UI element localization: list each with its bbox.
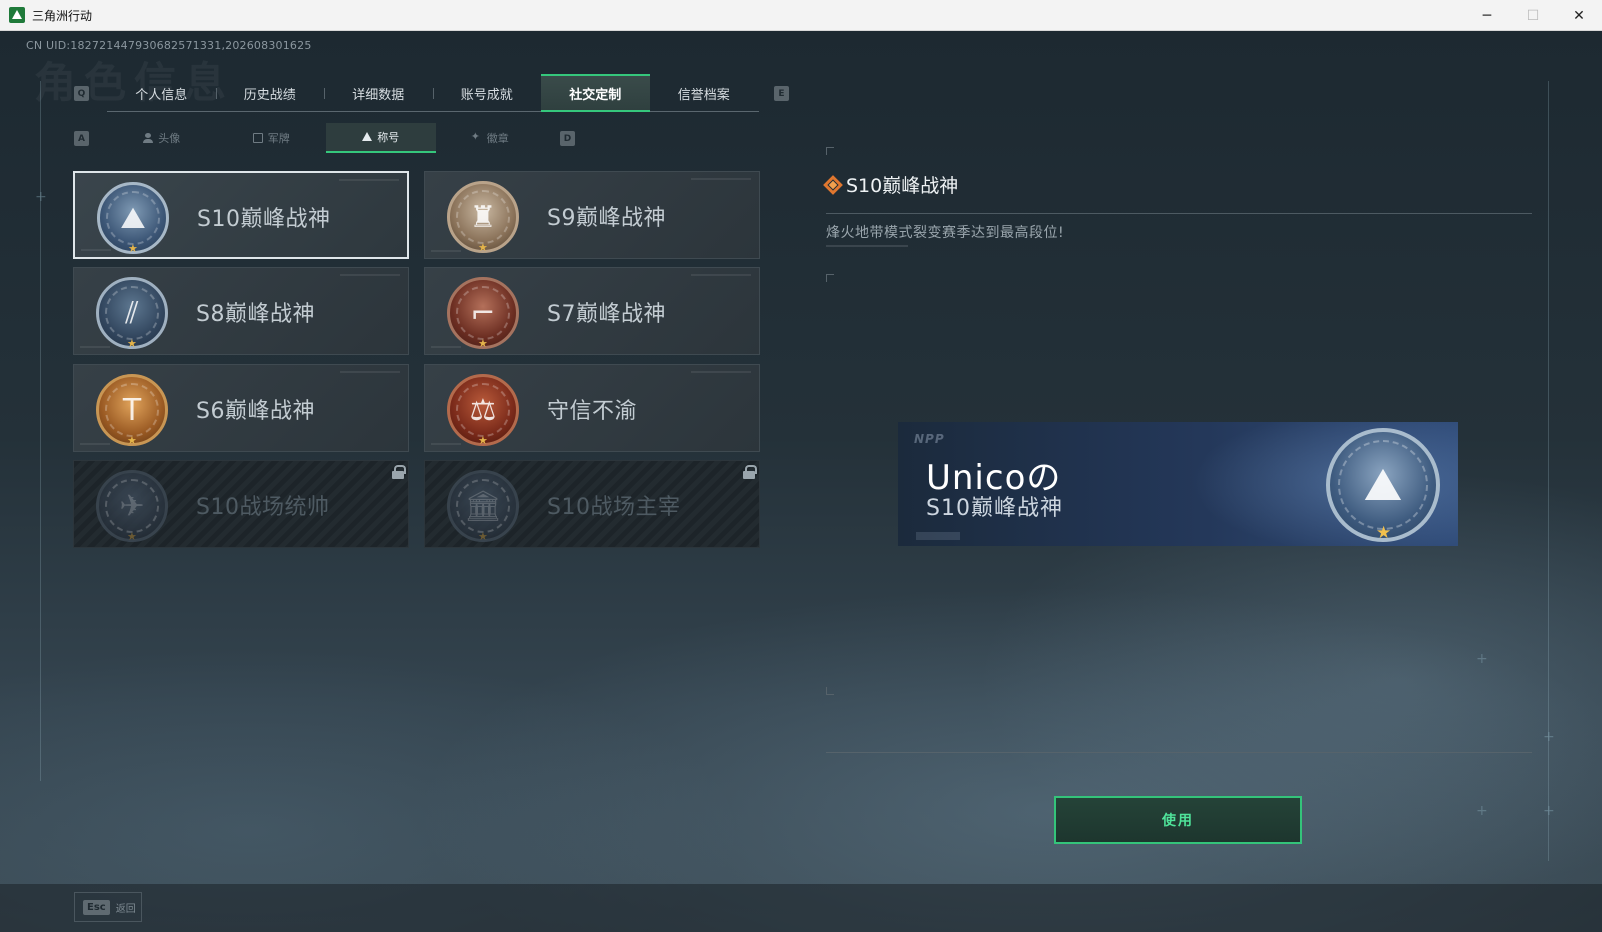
window-title: 三角洲行动 <box>32 8 93 23</box>
subtab-avatar[interactable]: 头像 <box>107 123 217 153</box>
description-underline <box>826 245 908 247</box>
title-card-label: S6巅峰战神 <box>196 399 315 424</box>
main-tab-bar: 个人信息 历史战绩 详细数据 账号成就 社交定制 信誉档案 <box>107 74 759 112</box>
title-card-s6-peak-god[interactable]: T ★ S6巅峰战神 <box>73 364 409 452</box>
detail-title: S10巅峰战神 <box>823 171 959 198</box>
window-titlebar: 三角洲行动 ─ ☐ ✕ <box>0 0 1602 31</box>
subtab-avatar-label: 头像 <box>158 132 181 145</box>
close-button[interactable]: ✕ <box>1556 0 1602 31</box>
title-card-label: S10战场主宰 <box>547 495 681 520</box>
card-decoration <box>340 274 400 276</box>
title-card-s8-peak-god[interactable]: ⫽ ★ S8巅峰战神 <box>73 267 409 355</box>
card-decoration <box>431 443 461 445</box>
nameplate-title: S10巅峰战神 <box>926 496 1063 521</box>
star-icon: ★ <box>478 241 488 254</box>
detail-title-text: S10巅峰战神 <box>846 175 959 197</box>
lock-icon <box>743 465 757 479</box>
title-card-label: 守信不渝 <box>547 399 638 424</box>
title-card-label: S8巅峰战神 <box>196 302 315 327</box>
app-logo-icon <box>9 7 25 23</box>
detail-divider <box>826 213 1532 214</box>
minimize-button[interactable]: ─ <box>1464 0 1510 31</box>
footer-bar: Esc 返回 <box>0 884 1602 932</box>
title-card-label: S9巅峰战神 <box>547 206 666 231</box>
window-controls: ─ ☐ ✕ <box>1464 0 1602 31</box>
title-icon <box>362 132 373 142</box>
card-decoration <box>431 250 461 252</box>
subtab-title[interactable]: 称号 <box>326 123 436 153</box>
decor-plus: + <box>35 189 47 205</box>
next-subtab-key-hint[interactable]: D <box>560 131 575 146</box>
tab-achievements[interactable]: 账号成就 <box>432 74 542 112</box>
lock-icon <box>392 465 406 479</box>
nameplate-decoration <box>916 532 960 540</box>
title-card-label: S10战场统帅 <box>196 495 330 520</box>
star-icon: ★ <box>127 530 137 543</box>
title-card-s10-battlefield-commander[interactable]: ✈ ★ S10战场统帅 <box>73 460 409 548</box>
subtab-dogtag[interactable]: 军牌 <box>217 123 327 153</box>
detail-bottom-divider <box>826 752 1532 753</box>
title-card-s9-peak-god[interactable]: ♜ ★ S9巅峰战神 <box>424 171 760 259</box>
star-icon: ★ <box>478 530 488 543</box>
title-card-keep-faith[interactable]: ⚖ ★ 守信不渝 <box>424 364 760 452</box>
use-button[interactable]: 使用 <box>1054 796 1302 844</box>
star-icon: ★ <box>127 337 137 350</box>
subtab-badge[interactable]: 徽章 <box>436 123 546 153</box>
corner-mark <box>826 687 834 695</box>
star-icon: ★ <box>478 337 488 350</box>
decor-plus: + <box>1476 803 1488 819</box>
prev-tab-key-hint[interactable]: Q <box>74 86 89 101</box>
card-decoration <box>691 371 751 373</box>
card-decoration <box>691 178 751 180</box>
badge-icon <box>471 130 482 143</box>
tab-personal-info[interactable]: 个人信息 <box>107 74 216 112</box>
subtab-dogtag-label: 军牌 <box>267 132 290 145</box>
tab-social-customize[interactable]: 社交定制 <box>541 74 650 112</box>
back-button[interactable]: Esc 返回 <box>74 892 142 922</box>
card-decoration <box>80 443 110 445</box>
decor-line <box>40 81 41 781</box>
title-card-label: S10巅峰战神 <box>197 207 331 232</box>
maximize-button[interactable]: ☐ <box>1510 0 1556 31</box>
card-decoration <box>80 346 110 348</box>
diamond-icon <box>823 174 843 195</box>
next-tab-key-hint[interactable]: E <box>774 86 789 101</box>
card-decoration <box>431 346 461 348</box>
tab-reputation-record[interactable]: 信誉档案 <box>650 74 759 112</box>
star-icon: ★ <box>478 434 488 447</box>
tab-detailed-data[interactable]: 详细数据 <box>324 74 433 112</box>
decor-plus: + <box>1543 729 1555 745</box>
sub-tab-bar: 头像 军牌 称号 徽章 <box>107 123 545 153</box>
back-label: 返回 <box>115 903 136 915</box>
subtab-title-label: 称号 <box>377 131 400 144</box>
card-decoration <box>339 179 399 181</box>
prev-subtab-key-hint[interactable]: A <box>74 131 89 146</box>
avatar-icon <box>143 133 154 143</box>
esc-key-hint: Esc <box>83 899 110 915</box>
title-card-label: S7巅峰战神 <box>547 302 666 327</box>
title-card-s7-peak-god[interactable]: ⌐ ★ S7巅峰战神 <box>424 267 760 355</box>
card-decoration <box>691 274 751 276</box>
detail-description: 烽火地带模式裂变赛季达到最高段位! <box>826 225 1065 241</box>
game-viewport: 角色信息 CN UID:1827214479306825713​31,20260… <box>0 31 1602 932</box>
subtab-badge-label: 徽章 <box>486 132 509 145</box>
nameplate-preview: NPP Unicoの S10巅峰战神 ⛰ ★ <box>898 422 1458 546</box>
decor-plus: + <box>1476 651 1488 667</box>
title-card-s10-battlefield-ruler[interactable]: 🏛 ★ S10战场主宰 <box>424 460 760 548</box>
star-icon: ★ <box>128 242 138 255</box>
uid-text: CN UID:1827214479306825713​31,2026083016… <box>26 39 312 52</box>
card-decoration <box>340 371 400 373</box>
star-icon: ★ <box>1376 523 1392 543</box>
corner-mark <box>826 274 834 282</box>
star-icon: ★ <box>127 434 137 447</box>
nameplate-logo: NPP <box>914 432 945 446</box>
tab-match-history[interactable]: 历史战绩 <box>215 74 325 112</box>
title-card-s10-peak-god[interactable]: ⛰ ★ S10巅峰战神 <box>73 171 409 259</box>
corner-mark <box>826 147 834 155</box>
decor-plus: + <box>1543 803 1555 819</box>
dogtag-icon <box>252 133 263 143</box>
